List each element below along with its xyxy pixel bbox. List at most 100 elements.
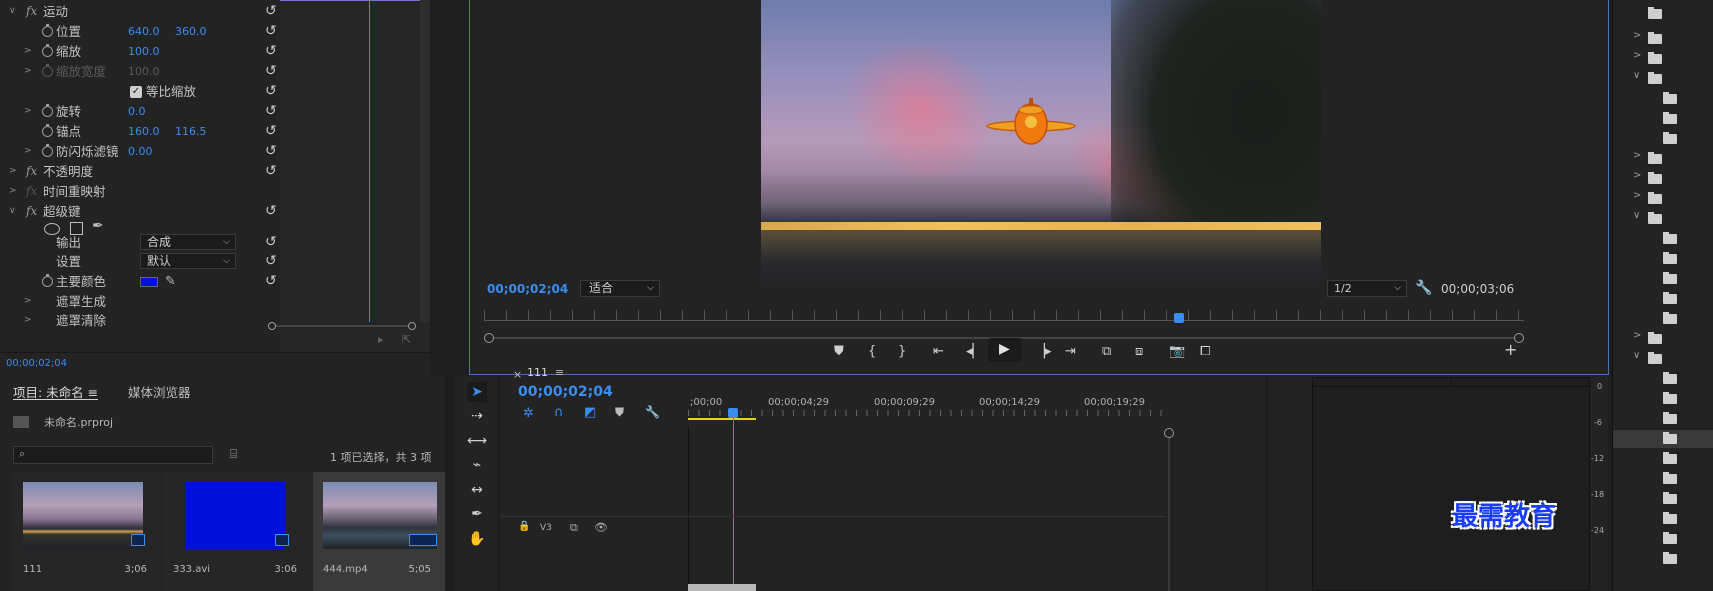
hand-tool-icon[interactable]: ✋ (467, 529, 487, 549)
go-to-in-icon[interactable]: ⇤ (933, 344, 944, 359)
reset-icon[interactable]: ↺ (265, 42, 277, 61)
close-icon[interactable]: × (513, 368, 522, 381)
folder-icon[interactable] (1648, 352, 1662, 364)
chevron-right-icon[interactable]: > (1633, 330, 1641, 341)
scroll-handle-right[interactable] (408, 322, 416, 330)
nest-icon[interactable]: ✲ (523, 406, 534, 421)
stopwatch-icon[interactable] (42, 104, 53, 117)
reset-icon[interactable]: ↺ (265, 22, 277, 41)
chevron-right-icon[interactable]: > (24, 142, 32, 161)
reset-icon[interactable]: ↺ (265, 2, 277, 21)
chevron-right-icon[interactable]: > (1633, 190, 1641, 201)
camera-icon[interactable]: 📷 (1169, 344, 1185, 359)
folder-icon[interactable] (1663, 252, 1677, 264)
folder-icon[interactable] (1648, 192, 1662, 204)
chevron-right-icon[interactable]: > (1633, 170, 1641, 181)
stopwatch-icon[interactable] (42, 124, 53, 137)
effect-row-uniform[interactable]: ✓ 等比缩放 ↺ (0, 82, 285, 101)
reset-icon[interactable]: ↺ (265, 202, 277, 221)
folder-icon[interactable] (1663, 552, 1677, 564)
folder-icon[interactable] (1663, 272, 1677, 284)
effect-row-rotation[interactable]: > 旋转 0.0 ↺ (0, 102, 285, 121)
project-item[interactable]: 333.avi 3:06 (163, 472, 311, 591)
effect-row-opacity[interactable]: > fx 不透明度 ↺ (0, 162, 285, 181)
effect-row-scale-width[interactable]: > 缩放宽度 100.0 ↺ (0, 62, 285, 81)
folder-icon[interactable] (1663, 372, 1677, 384)
chevron-right-icon[interactable]: > (24, 42, 32, 61)
slip-tool-icon[interactable]: ↔ (467, 480, 487, 500)
pen-mask-icon[interactable]: ✒ (92, 218, 104, 234)
monitor-ruler[interactable] (484, 320, 1524, 321)
zoom-scrollbar[interactable] (268, 322, 416, 330)
step-back-icon[interactable]: ◂▏ (966, 344, 983, 359)
play-button[interactable]: ▶ (988, 338, 1022, 362)
folder-icon[interactable] (1663, 492, 1677, 504)
folder-icon[interactable] (1648, 152, 1662, 164)
value-2[interactable]: 116.5 (175, 122, 207, 141)
work-area-bar[interactable] (688, 418, 756, 420)
lock-icon[interactable]: 🔒 (518, 521, 530, 532)
key-color-swatch[interactable] (140, 277, 158, 287)
menu-icon[interactable]: ≡ (555, 366, 564, 379)
folder-icon[interactable] (1663, 412, 1677, 424)
time-ruler[interactable]: ;00;00 00;00;04;29 00;00;09;29 00;00;14;… (688, 396, 1163, 420)
project-item-selected[interactable]: 444.mp4 5;05 (313, 472, 445, 591)
razor-tool-icon[interactable]: ⌁ (467, 455, 487, 475)
reset-icon[interactable]: ↺ (265, 142, 277, 161)
folder-icon[interactable] (1663, 432, 1677, 444)
folder-icon[interactable] (1648, 172, 1662, 184)
matte-cleanup-row[interactable]: > 遮罩清除 (0, 311, 285, 330)
folder-icon[interactable] (1663, 452, 1677, 464)
effect-row-motion[interactable]: ∨ fx 运动 ↺ (0, 2, 285, 21)
effect-row-scale[interactable]: > 缩放 100.0 ↺ (0, 42, 285, 61)
output-select[interactable]: 合成 ⌵ (140, 234, 236, 250)
stopwatch-icon[interactable] (42, 24, 53, 37)
chevron-right-icon[interactable]: > (1633, 30, 1641, 41)
effect-row-anchor[interactable]: 锚点 160.0 116.5 ↺ (0, 122, 285, 141)
effect-row-flicker[interactable]: > 防闪烁滤镜 0.00 ↺ (0, 142, 285, 161)
folder-icon[interactable] (1648, 72, 1662, 84)
ec-timecode[interactable]: 00;00;02;04 (6, 358, 67, 369)
folder-icon[interactable] (1648, 7, 1662, 19)
effect-row-position[interactable]: 位置 640.0 360.0 ↺ (0, 22, 285, 41)
vertical-zoom-handle[interactable] (1164, 428, 1174, 438)
project-item[interactable]: 111 3;06 (13, 472, 161, 591)
settings-wrench-icon[interactable]: 🔧 (645, 405, 660, 419)
eye-icon[interactable]: 👁 (594, 521, 608, 534)
chevron-right-icon[interactable]: > (1633, 150, 1641, 161)
video-frame[interactable] (761, 0, 1321, 283)
folder-icon[interactable] (1648, 332, 1662, 344)
mark-out-icon[interactable]: } (898, 344, 906, 359)
folder-icon[interactable] (1663, 232, 1677, 244)
value-2[interactable]: 360.0 (175, 22, 207, 41)
sequence-tab[interactable]: 111 (527, 366, 548, 379)
fx-icon[interactable]: fx (26, 202, 37, 221)
folder-icon[interactable] (1663, 392, 1677, 404)
effect-row-time-remap[interactable]: > fx 时间重映射 (0, 182, 285, 201)
stopwatch-icon[interactable] (42, 64, 53, 77)
vertical-scrollbar[interactable] (420, 0, 430, 322)
folder-icon[interactable] (1648, 32, 1662, 44)
track-select-tool-icon[interactable]: ⇢ (467, 406, 487, 426)
selection-tool-icon[interactable]: ➤ (467, 382, 487, 402)
fx-icon[interactable]: fx (26, 162, 37, 181)
chevron-down-icon[interactable]: ∨ (1633, 350, 1640, 361)
chevron-down-icon[interactable]: ∨ (1633, 70, 1640, 81)
menu-icon[interactable]: ≡ (88, 385, 98, 400)
value-1[interactable]: 640.0 (128, 22, 160, 41)
tab-project[interactable]: 项目: 未命名 ≡ (13, 382, 99, 400)
play-audio-icon[interactable]: ▸ (378, 333, 384, 346)
effect-controls-timeline[interactable]: ▸ ⇱ (268, 0, 430, 352)
folder-icon[interactable] (1648, 52, 1662, 64)
resolution-select[interactable]: 1/2 ⌵ (1327, 280, 1407, 297)
overwrite-icon[interactable]: ⧈ (1135, 344, 1143, 359)
reset-icon[interactable]: ↺ (265, 122, 277, 141)
chevron-right-icon[interactable]: > (24, 311, 32, 330)
checkbox[interactable]: ✓ (130, 86, 142, 98)
folder-icon[interactable] (1648, 212, 1662, 224)
go-to-out-icon[interactable]: ⇥ (1065, 344, 1076, 359)
stopwatch-icon[interactable] (42, 44, 53, 57)
value-1[interactable]: 160.0 (128, 122, 160, 141)
scroll-handle-left[interactable] (268, 322, 276, 330)
value-1[interactable]: 100.0 (128, 62, 160, 81)
